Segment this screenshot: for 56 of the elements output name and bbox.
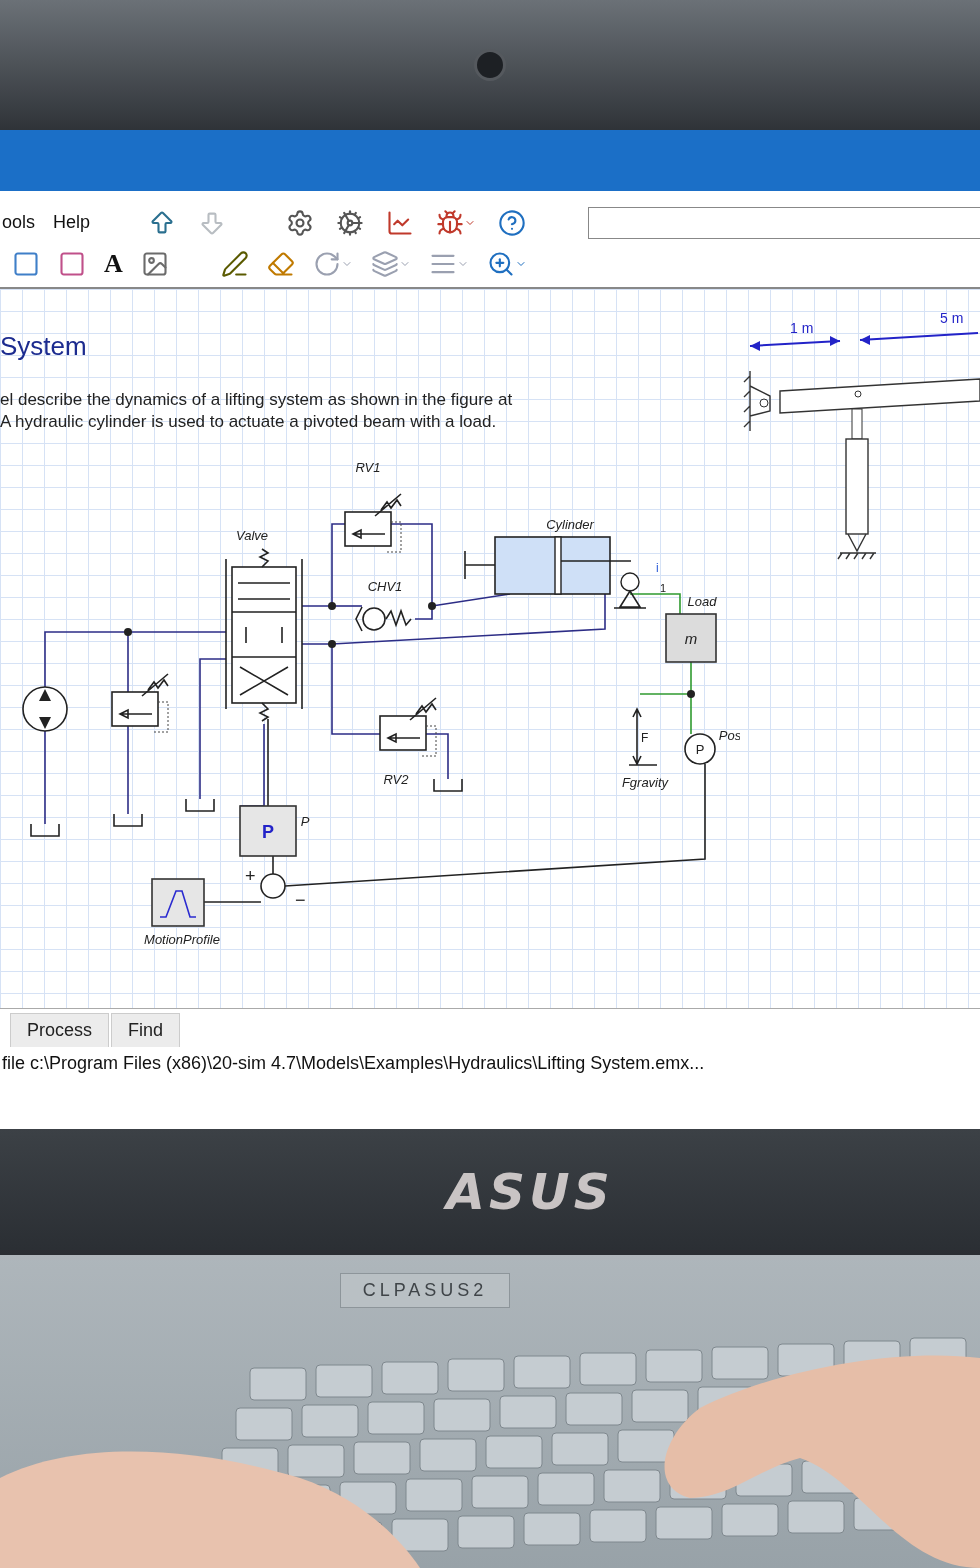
menu-item[interactable]: ools xyxy=(2,212,36,234)
component-label: Load xyxy=(687,593,717,609)
connection-line xyxy=(629,592,681,615)
component-label: RV2 xyxy=(383,771,409,787)
relief-valve-symbol xyxy=(344,492,402,553)
ratio-label: i xyxy=(656,560,659,575)
motion-profile-block xyxy=(151,877,205,927)
webcam-icon xyxy=(474,49,506,82)
tank-symbol xyxy=(185,797,215,812)
junction-dot xyxy=(428,601,436,610)
relief-valve-symbol xyxy=(111,672,169,733)
junction-dot xyxy=(124,627,132,636)
mass-symbol: m xyxy=(684,629,698,647)
component-label: Pos xyxy=(718,727,740,743)
tank-symbol xyxy=(433,777,463,792)
dimension-label: 5 m xyxy=(940,309,964,326)
tank-symbol xyxy=(30,822,60,837)
minus-sign: − xyxy=(295,889,306,910)
component-label: CHV1 xyxy=(367,578,403,594)
dimension-label: 1 m xyxy=(790,319,814,336)
controller-block xyxy=(239,804,297,857)
junction-dot xyxy=(687,689,695,698)
connection-line xyxy=(203,900,262,903)
output-tab[interactable]: Find xyxy=(111,1013,181,1048)
model-heading: System xyxy=(0,330,88,362)
component-label: Valve xyxy=(236,527,268,543)
description-text: el describe the dynamics of a lifting system as shown in the figure at xyxy=(0,389,514,410)
search-field[interactable] xyxy=(588,206,980,239)
output-tab[interactable]: Process xyxy=(10,1013,110,1048)
component-label: Fgravity xyxy=(621,774,669,790)
ratio-value: 1 xyxy=(660,581,667,594)
sensor-symbol: P xyxy=(695,741,705,757)
relief-valve-symbol xyxy=(379,696,437,757)
junction-dot xyxy=(328,601,336,610)
junction-dot xyxy=(328,639,336,648)
component-label: P xyxy=(300,813,310,829)
force-symbol: F xyxy=(641,730,649,745)
tank-symbol xyxy=(113,812,143,827)
force-arrow-icon xyxy=(628,706,658,766)
pivot-symbol xyxy=(613,571,647,609)
sensor-circle xyxy=(684,732,716,765)
description-text: A hydraulic cylinder is used to actuate a pivoted beam with a load. xyxy=(0,411,498,432)
pump-symbol xyxy=(22,685,68,732)
component-label: MotionProfile xyxy=(144,931,220,947)
controller-symbol: P xyxy=(262,821,274,842)
status-text: file c:\Program Files (x86)\20-sim 4.7\Models\Examples\Hydraulics\Lifting System.emx... xyxy=(2,1053,705,1074)
sticker-label: CLPASUS2 xyxy=(339,1273,511,1308)
summing-junction xyxy=(260,872,286,899)
component-label: Cylinder xyxy=(546,516,594,532)
text-tool-button[interactable]: A xyxy=(102,248,125,279)
check-valve-symbol xyxy=(355,605,412,632)
component-label: RV1 xyxy=(355,459,381,475)
plus-sign: + xyxy=(245,865,256,886)
connection-line xyxy=(272,854,274,875)
mass-block xyxy=(665,612,717,663)
menu-item[interactable]: Help xyxy=(53,212,91,234)
